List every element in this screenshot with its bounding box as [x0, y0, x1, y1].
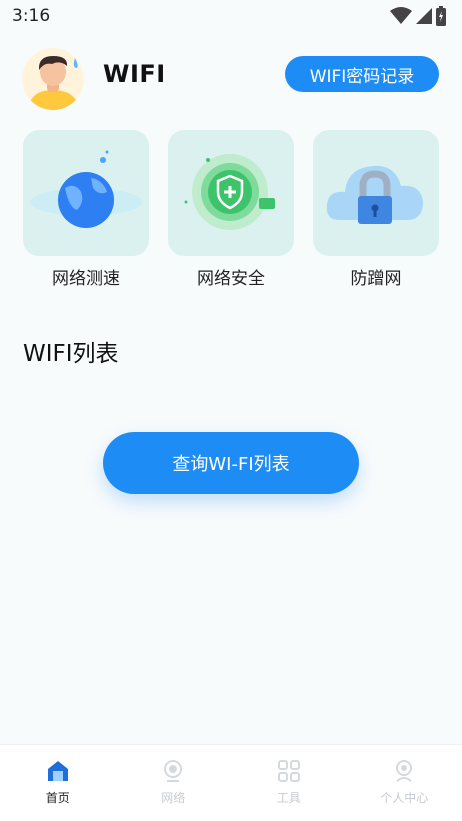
battery-icon	[436, 6, 446, 26]
network-icon	[164, 760, 183, 782]
nav-label-user-center: 个人中心	[380, 791, 429, 805]
nav-label-network: 网络	[161, 791, 186, 805]
nav-item-network[interactable]: 网络	[116, 745, 232, 821]
wifi-password-record-button[interactable]: WIFI密码记录	[285, 56, 439, 92]
nav-item-user-center[interactable]: 个人中心	[347, 745, 462, 821]
home-icon	[47, 761, 68, 781]
tool-card[interactable]	[23, 130, 149, 256]
cloud-lock-icon	[326, 165, 423, 224]
tools-grid: 网络测速 网络安全 防蹭网	[0, 130, 462, 290]
header: WIFI WIFI密码记录	[0, 40, 462, 112]
app-title: WIFI	[103, 60, 166, 88]
status-time: 3:16	[12, 6, 51, 26]
wifi-icon	[390, 7, 412, 24]
nav-item-tools[interactable]: 工具	[231, 745, 347, 821]
query-wifi-list-button[interactable]: 查询WI-FI列表	[103, 432, 359, 494]
avatar-icon	[22, 48, 84, 110]
tool-label: 防蹭网	[350, 269, 402, 289]
tool-anti-freeload[interactable]: 防蹭网	[313, 130, 439, 289]
nav-label-tools: 工具	[276, 791, 301, 805]
nav-label-home: 首页	[45, 791, 70, 805]
globe-speed-icon	[30, 150, 142, 228]
tools-icon	[277, 760, 300, 782]
nav-item-home[interactable]: 首页	[0, 745, 116, 821]
shield-icon	[184, 154, 275, 230]
avatar[interactable]	[22, 48, 84, 110]
status-bar: 3:16	[0, 0, 462, 32]
tool-card[interactable]	[168, 130, 294, 256]
wifi-list-title: WIFI列表	[23, 341, 119, 367]
tool-label: 网络测速	[52, 269, 120, 289]
tool-label: 网络安全	[197, 269, 265, 289]
status-icons	[390, 6, 446, 26]
tool-network-security[interactable]: 网络安全	[168, 130, 294, 289]
cell-signal-icon	[416, 8, 432, 24]
bottom-nav: 首页 网络 工具 个人中心	[0, 744, 462, 821]
user-center-icon	[396, 760, 413, 782]
tool-speed-test[interactable]: 网络测速	[23, 130, 149, 289]
tool-card[interactable]	[313, 130, 439, 256]
